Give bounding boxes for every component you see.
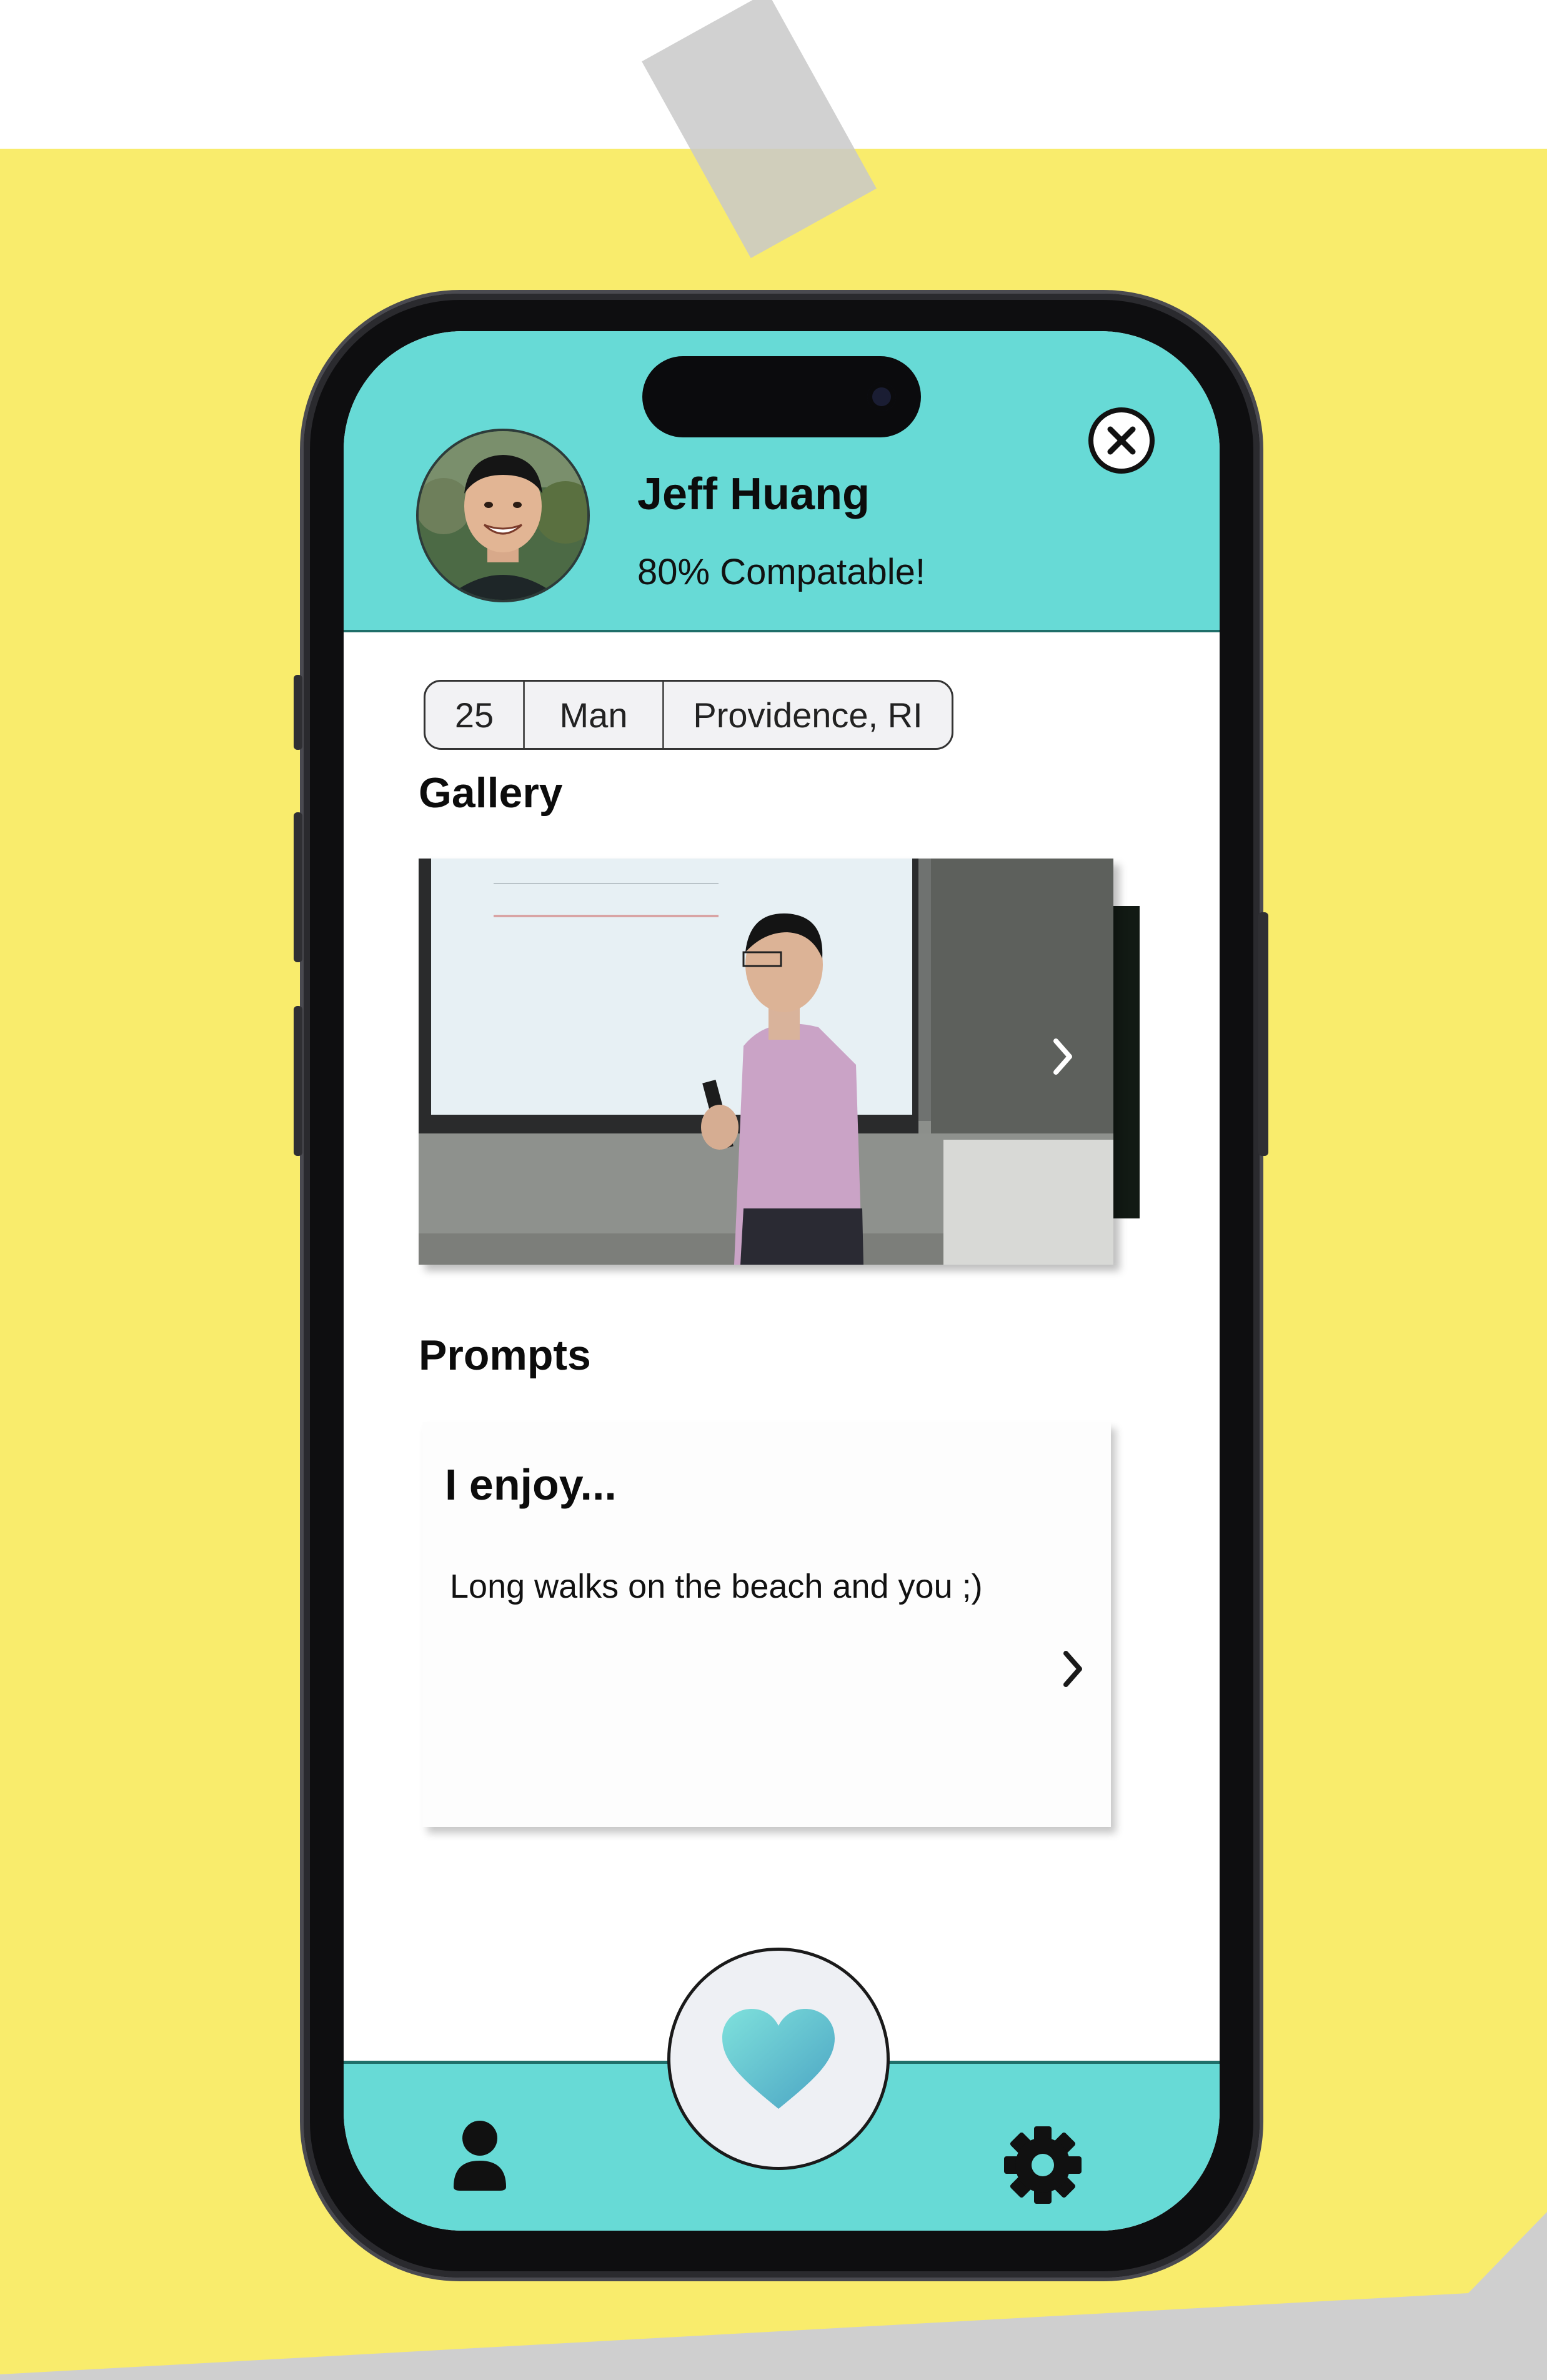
close-button[interactable]	[1088, 407, 1155, 474]
phone-side-button	[1258, 912, 1268, 1156]
prompts-title: Prompts	[419, 1332, 591, 1379]
avatar-photo	[419, 431, 587, 600]
detail-age: 25	[425, 682, 525, 748]
gallery-photo[interactable]	[419, 859, 1113, 1265]
phone-side-button	[294, 1006, 302, 1156]
chevron-right-icon	[1063, 1651, 1082, 1687]
prompt-card[interactable]: I enjoy... Long walks on the beach and y…	[422, 1422, 1111, 1827]
profile-name: Jeff Huang	[637, 469, 870, 519]
profile-tab[interactable]	[450, 2117, 510, 2192]
phone-side-button	[294, 812, 302, 962]
prompt-answer: Long walks on the beach and you ;)	[450, 1568, 983, 1605]
close-icon	[1107, 426, 1136, 455]
scene: Jeff Huang 80% Compatable! 25 Man Provid…	[0, 0, 1547, 2380]
detail-gender: Man	[525, 682, 664, 748]
person-icon	[454, 2121, 506, 2191]
gear-icon	[1004, 2126, 1082, 2204]
prompt-question: I enjoy...	[445, 1460, 617, 1509]
like-button[interactable]	[667, 1948, 890, 2170]
chevron-right-icon	[1053, 1038, 1072, 1075]
gallery-photo-image	[419, 859, 1113, 1265]
front-camera	[867, 382, 896, 411]
settings-tab[interactable]	[1002, 2124, 1083, 2206]
avatar[interactable]	[419, 431, 587, 600]
phone-screen: Jeff Huang 80% Compatable! 25 Man Provid…	[344, 331, 1220, 2231]
detail-location: Providence, RI	[693, 695, 923, 735]
gallery-title: Gallery	[419, 769, 563, 817]
heart-icon	[722, 2009, 835, 2109]
gallery-next-button[interactable]	[1043, 1028, 1081, 1085]
phone-side-button	[294, 675, 302, 750]
prompt-next-button[interactable]	[1053, 1641, 1091, 1697]
compatibility-score: 80% Compatable!	[637, 552, 926, 592]
profile-details: 25 Man Providence, RI	[424, 680, 953, 750]
gallery-next-photo-peek	[1113, 906, 1140, 1218]
